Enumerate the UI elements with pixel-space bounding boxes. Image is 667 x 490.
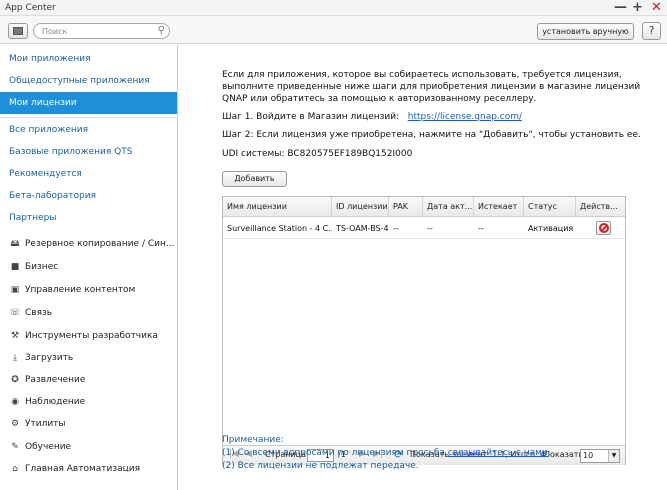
sidebar-item-label: Инструменты разработчика bbox=[25, 331, 158, 341]
chevron-down-icon: ▼ bbox=[608, 450, 619, 462]
step1-line: Шаг 1. Войдите в Магазин лицензий: https… bbox=[222, 112, 522, 122]
note-1: (1) Со всеми вопросами по лицензиям прос… bbox=[222, 448, 551, 458]
sidebar-divider bbox=[0, 117, 177, 118]
table-row[interactable]: Surveillance Station - 4 C... TS-OAM-BS-… bbox=[223, 218, 625, 239]
sidebar-item-entertainment[interactable]: ✪ Развлечение bbox=[0, 369, 177, 391]
sidebar-item-utilities[interactable]: ⚙ Утилиты bbox=[0, 413, 177, 435]
close-button[interactable]: ✕ bbox=[651, 0, 662, 15]
column-header-activation-date[interactable]: Дата акт... bbox=[423, 197, 474, 217]
backup-icon: 🖴 bbox=[10, 239, 20, 249]
license-store-link[interactable]: https://license.qnap.com/ bbox=[408, 112, 522, 122]
page-size-value: 10 bbox=[583, 451, 594, 460]
cell-license-name: Surveillance Station - 4 C... bbox=[227, 224, 332, 233]
sidebar-item-my-apps[interactable]: Мои приложения bbox=[0, 48, 177, 70]
sidebar-item-partners[interactable]: Партнеры bbox=[0, 207, 177, 229]
sidebar-item-download[interactable]: ⤓ Загрузить bbox=[0, 347, 177, 369]
table-header: Имя лицензии ID лицензии PAK Дата акт...… bbox=[223, 197, 625, 217]
download-icon: ⤓ bbox=[13, 353, 17, 363]
sidebar-item-home-automation[interactable]: ⌂ Главная Автоматизация bbox=[0, 458, 177, 480]
deactivate-button[interactable] bbox=[596, 221, 611, 235]
camera-icon: ◉ bbox=[11, 397, 19, 407]
column-header-expires[interactable]: Истекает bbox=[474, 197, 524, 217]
contact-us-link[interactable]: связывайтесь с нами bbox=[448, 448, 548, 458]
education-icon: ✎ bbox=[11, 442, 19, 452]
note-2: (2) Все лицензии не подлежат передаче. bbox=[222, 461, 419, 471]
toolbar: ⚲ установить вручную ? bbox=[0, 16, 667, 44]
wrench-icon: ⚒ bbox=[10, 331, 20, 341]
sidebar-item-label: Связь bbox=[25, 308, 53, 318]
cell-expires: -- bbox=[478, 224, 484, 233]
sidebar-item-label: Наблюдение bbox=[25, 397, 86, 407]
search-input[interactable] bbox=[42, 25, 152, 37]
sidebar-item-beta-lab[interactable]: Бета-лаборатория bbox=[0, 185, 177, 207]
step2-text: Шаг 2: Если лицензия уже приобретена, на… bbox=[222, 130, 641, 140]
sidebar-item-communications[interactable]: ☏ Связь bbox=[0, 302, 177, 324]
cell-activation-date: -- bbox=[427, 224, 433, 233]
search-icon[interactable]: ⚲ bbox=[158, 25, 165, 36]
license-table: Имя лицензии ID лицензии PAK Дата акт...… bbox=[222, 196, 626, 465]
column-header-pak[interactable]: PAK bbox=[389, 197, 423, 217]
manual-install-button[interactable]: установить вручную bbox=[537, 23, 634, 40]
intro-text: Если для приложения, которое вы собирает… bbox=[222, 70, 641, 104]
note-title: Примечание: bbox=[222, 435, 284, 445]
maximize-button[interactable]: + bbox=[632, 0, 643, 15]
cms-icon: ▣ bbox=[10, 285, 20, 295]
sidebar-item-label: Бизнес bbox=[25, 262, 59, 272]
sidebar-item-label: Развлечение bbox=[25, 375, 86, 385]
app-grid-icon bbox=[13, 27, 23, 35]
cell-pak: -- bbox=[393, 224, 399, 233]
sidebar-item-developer-tools[interactable]: ⚒ Инструменты разработчика bbox=[0, 325, 177, 347]
sidebar-item-content-management[interactable]: ▣ Управление контентом bbox=[0, 279, 177, 301]
sidebar-item-education[interactable]: ✎ Обучение bbox=[0, 436, 177, 458]
note-1-prefix: (1) Со всеми вопросами по лицензиям прос… bbox=[222, 448, 448, 458]
licenses-panel: Если для приложения, которое вы собирает… bbox=[179, 45, 667, 490]
sidebar-item-label: Утилиты bbox=[25, 419, 66, 429]
sidebar-item-label: Загрузить bbox=[25, 353, 74, 363]
add-license-button[interactable]: Добавить bbox=[222, 171, 287, 187]
briefcase-icon: ■ bbox=[10, 262, 20, 272]
sidebar-item-all-apps[interactable]: Все приложения bbox=[0, 119, 177, 141]
sidebar-item-qts-essentials[interactable]: Базовые приложения QTS bbox=[0, 141, 177, 163]
step1-text: Шаг 1. Войдите в Магазин лицензий: bbox=[222, 112, 400, 122]
sidebar: Мои приложения Общедоступные приложения … bbox=[0, 45, 178, 490]
entertainment-icon: ✪ bbox=[11, 375, 19, 385]
title-bar: App Center — + ✕ bbox=[0, 0, 667, 16]
app-grid-button[interactable] bbox=[8, 23, 28, 39]
search-box[interactable]: ⚲ bbox=[33, 23, 170, 39]
cell-license-id: TS-OAM-BS-4 bbox=[336, 224, 389, 233]
minimize-button[interactable]: — bbox=[614, 0, 627, 15]
sidebar-item-recommended[interactable]: Рекомендуется bbox=[0, 163, 177, 185]
sidebar-item-label: Резервное копирование / Син... bbox=[25, 239, 175, 249]
udi-text: UDI системы: BC820575EF189BQ152I000 bbox=[222, 149, 413, 159]
sidebar-item-public-apps[interactable]: Общедоступные приложения bbox=[0, 70, 177, 92]
sidebar-item-surveillance[interactable]: ◉ Наблюдение bbox=[0, 391, 177, 413]
home-icon: ⌂ bbox=[12, 464, 18, 474]
sidebar-item-backup-sync[interactable]: 🖴 Резервное копирование / Син... bbox=[0, 233, 177, 255]
cell-status: Активация bbox=[528, 224, 574, 233]
column-header-license-name[interactable]: Имя лицензии bbox=[223, 197, 332, 217]
window-title: App Center bbox=[5, 3, 56, 13]
column-header-status[interactable]: Статус bbox=[524, 197, 576, 217]
note-1-suffix: . bbox=[547, 448, 551, 458]
help-button[interactable]: ? bbox=[642, 22, 661, 40]
tools-icon: ⚙ bbox=[10, 419, 20, 429]
column-header-action[interactable]: Действ... bbox=[576, 197, 625, 217]
page-size-select[interactable]: 10 ▼ bbox=[580, 449, 620, 463]
sidebar-item-label: Обучение bbox=[25, 442, 72, 452]
sidebar-item-label: Управление контентом bbox=[25, 285, 136, 295]
column-header-license-id[interactable]: ID лицензии bbox=[332, 197, 389, 217]
sidebar-item-business[interactable]: ■ Бизнес bbox=[0, 256, 177, 278]
sidebar-item-label: Главная Автоматизация bbox=[25, 464, 141, 474]
communication-icon: ☏ bbox=[9, 308, 21, 318]
prohibited-icon bbox=[599, 223, 609, 233]
sidebar-item-my-licenses[interactable]: Мои лицензии bbox=[0, 92, 177, 114]
